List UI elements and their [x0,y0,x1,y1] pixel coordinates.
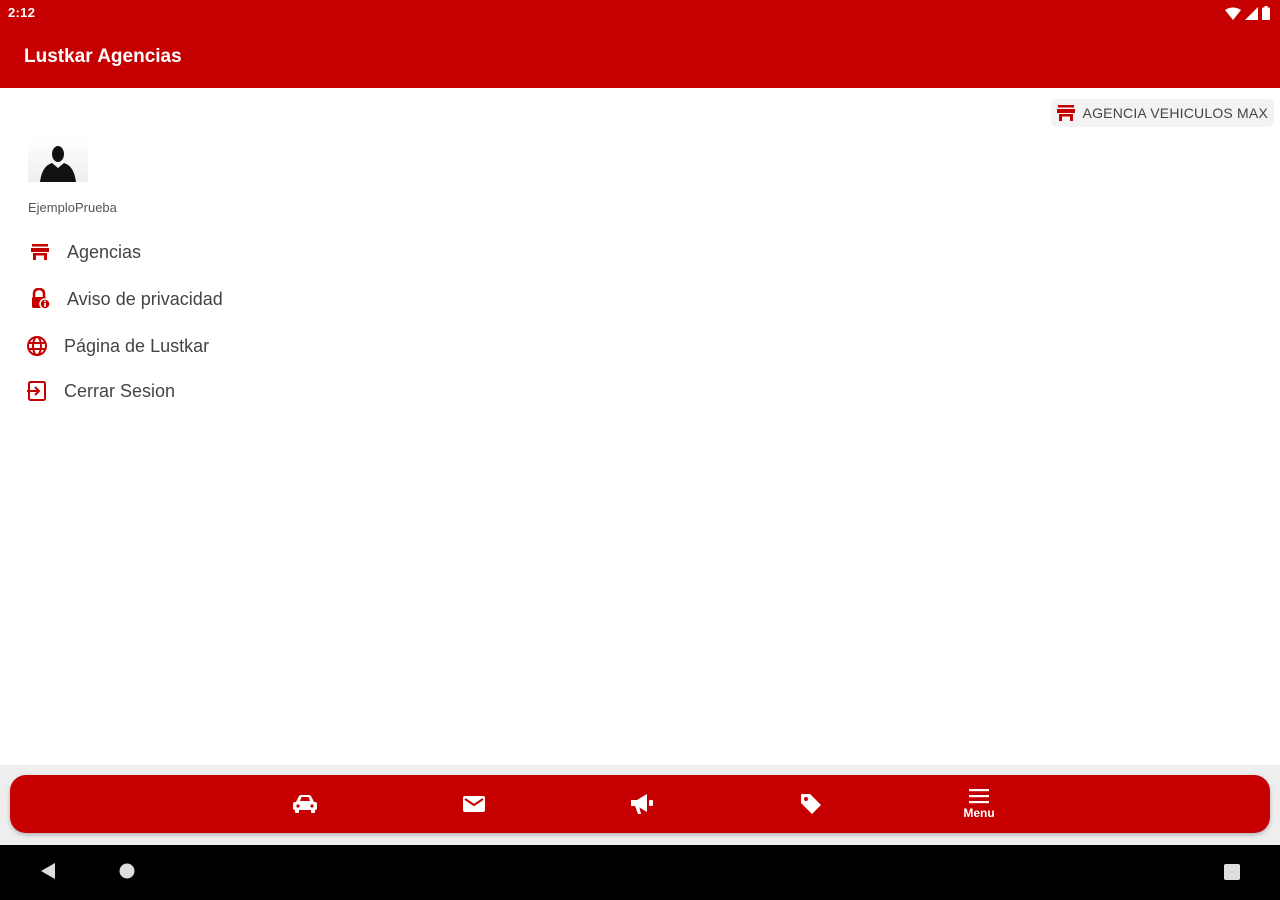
menu-item-pagina-lustkar[interactable]: Página de Lustkar [24,326,209,366]
signal-icon [1245,6,1258,20]
menu-icon [969,789,989,804]
store-icon [27,239,53,265]
app-screen: 2:12 Lustkar Agencias AGENCIA VEHICULOS … [0,0,1280,900]
home-icon[interactable] [119,863,135,879]
app-title: Lustkar Agencias [24,46,182,67]
nav-offers-button[interactable] [771,775,851,833]
nav-menu-button[interactable]: Menu [939,775,1019,833]
system-nav-bar [0,845,1280,900]
menu-item-label: Agencias [67,241,142,262]
status-icons [1225,6,1270,20]
username: EjemploPrueba [28,200,117,215]
menu-item-agencias[interactable]: Agencias [27,232,141,272]
app-bar: Lustkar Agencias [0,26,1280,88]
car-icon [293,795,317,813]
avatar [28,138,88,182]
mail-icon [463,796,485,812]
back-icon[interactable] [40,862,56,880]
nav-menu-label: Menu [963,806,995,820]
menu-item-aviso-privacidad[interactable]: Aviso de privacidad [27,279,223,319]
logout-icon [24,378,50,404]
menu-item-cerrar-sesion[interactable]: Cerrar Sesion [24,371,175,411]
agency-name: AGENCIA VEHICULOS MAX [1082,105,1268,121]
status-bar: 2:12 [0,0,1280,26]
bottom-nav: Menu [10,775,1270,833]
nav-announcements-button[interactable] [602,775,682,833]
status-time: 2:12 [8,5,36,20]
nav-messages-button[interactable] [434,775,514,833]
menu-item-label: Página de Lustkar [64,335,210,356]
recents-icon[interactable] [1224,864,1240,880]
wifi-icon [1225,7,1241,20]
menu-item-label: Aviso de privacidad [67,288,223,309]
agency-selector[interactable]: AGENCIA VEHICULOS MAX [1050,99,1274,127]
menu-item-label: Cerrar Sesion [64,380,176,401]
store-icon [1056,105,1075,121]
megaphone-icon [631,794,653,814]
person-silhouette-icon [40,146,76,182]
tag-icon [801,794,821,814]
lock-info-icon [27,286,53,312]
nav-vehicles-button[interactable] [265,775,345,833]
battery-icon [1262,6,1270,20]
globe-icon [24,333,50,359]
